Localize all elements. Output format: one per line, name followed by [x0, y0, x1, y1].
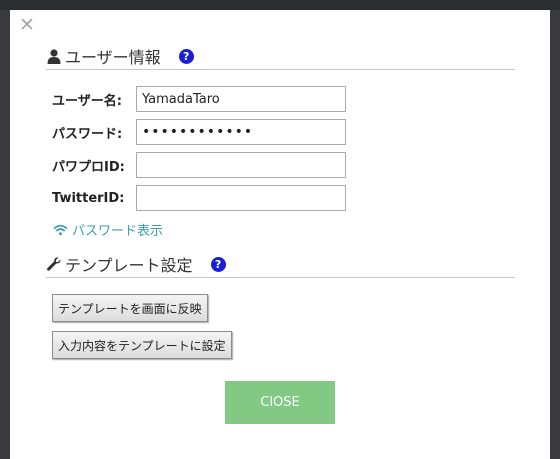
- pawapro-id-label: パワプロID:: [52, 159, 125, 175]
- settings-dialog: ✕ ユーザー情報 ? ユーザー名: パスワード: パワプロID: Twitter…: [10, 10, 550, 459]
- username-input[interactable]: [136, 86, 346, 112]
- username-label: ユーザー名:: [52, 93, 122, 109]
- template-header: テンプレート設定 ?: [46, 251, 515, 278]
- user-info-header: ユーザー情報 ?: [46, 43, 515, 70]
- password-input[interactable]: [136, 119, 346, 145]
- set-template-button[interactable]: 入力内容をテンプレートに設定: [52, 331, 232, 359]
- pawapro-id-row: パワプロID:: [52, 152, 346, 178]
- username-row: ユーザー名:: [52, 86, 346, 112]
- user-icon: [47, 49, 61, 64]
- password-label: パスワード:: [52, 126, 123, 142]
- backdrop: [0, 0, 560, 10]
- twitter-id-label: TwitterID:: [52, 190, 125, 206]
- wrench-icon: [47, 257, 61, 271]
- template-help-icon[interactable]: ?: [210, 256, 226, 272]
- twitter-id-input[interactable]: [136, 185, 346, 211]
- apply-template-button[interactable]: テンプレートを画面に反映: [52, 294, 208, 322]
- password-row: パスワード:: [52, 119, 346, 145]
- pawapro-id-input[interactable]: [136, 152, 346, 178]
- show-password-link[interactable]: パスワード表示: [53, 220, 163, 239]
- twitter-id-row: TwitterID:: [52, 185, 346, 211]
- user-info-title: ユーザー情報: [65, 48, 161, 67]
- template-title: テンプレート設定: [65, 256, 193, 275]
- close-button[interactable]: ClOSE: [225, 381, 335, 424]
- show-password-label: パスワード表示: [72, 224, 164, 239]
- wifi-icon: [53, 224, 68, 235]
- close-icon[interactable]: ✕: [19, 14, 35, 36]
- user-info-help-icon[interactable]: ?: [178, 48, 194, 64]
